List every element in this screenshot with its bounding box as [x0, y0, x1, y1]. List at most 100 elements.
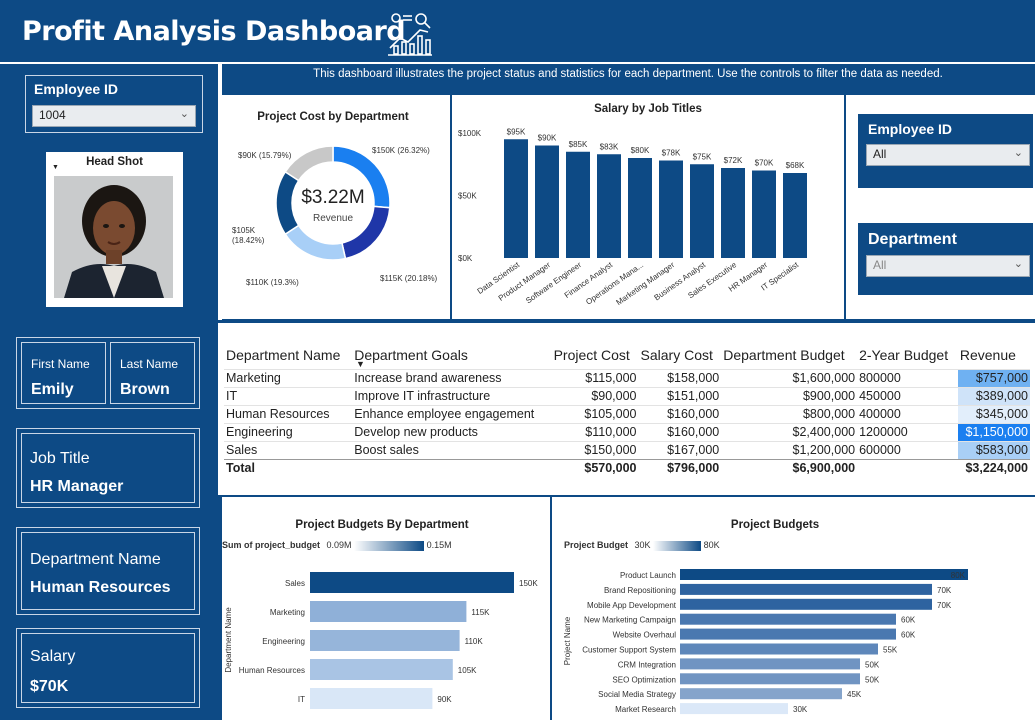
donut-slice-label: $90K (15.79%): [238, 151, 292, 160]
dept-budget-bar[interactable]: [310, 630, 460, 651]
table-cell: $160,000: [638, 422, 722, 441]
table-header-cell[interactable]: Revenue: [958, 341, 1030, 369]
project-budget-bar[interactable]: [680, 658, 860, 670]
project-budgets-chart: Product Launch 80K Brand Repositioning 70K M…: [563, 569, 968, 715]
salary-bar[interactable]: [504, 139, 528, 258]
table-header-cell[interactable]: Salary Cost: [639, 341, 722, 369]
job-title-card: Job Title HR Manager: [21, 433, 195, 503]
y-tick-label: $50K: [458, 192, 477, 201]
table-header-cell[interactable]: Department Name: [224, 341, 352, 369]
table-total-cell: [857, 458, 958, 477]
job-title-value: HR Manager: [30, 478, 124, 495]
table-cell: $345,000: [957, 404, 1030, 423]
table-cell: $757,000: [957, 368, 1030, 387]
department-filter-select[interactable]: All ⌄: [866, 255, 1030, 277]
salary-bar[interactable]: [535, 145, 559, 259]
table-header-cell[interactable]: Department Goals: [352, 341, 551, 369]
table-cell: 1200000: [857, 422, 958, 441]
salary-label: Salary: [30, 648, 76, 665]
salary-card: Salary $70K: [21, 633, 195, 703]
table-cell: $110,000: [551, 422, 639, 441]
table-cell: IT: [224, 386, 353, 405]
salary-bar[interactable]: [783, 173, 807, 258]
department-box: Department Name Human Resources: [16, 527, 200, 615]
donut-slice-label: $105K: [232, 226, 256, 235]
table-cell: Engineering: [224, 422, 353, 441]
dept-budget-category: Engineering: [262, 637, 305, 646]
table-cell: $1,200,000: [721, 440, 858, 459]
table-cell: 400000: [857, 404, 958, 423]
donut-slice-label: $150K (26.32%): [372, 146, 430, 155]
project-budget-bar[interactable]: [680, 703, 788, 715]
employee-id-select[interactable]: 1004 ⌄: [32, 105, 196, 127]
table-header-cell[interactable]: Department Budget: [721, 341, 857, 369]
budgets-by-dept-card: Project Budgets By Department Sum of pro…: [222, 497, 550, 720]
employee-id-filter-select[interactable]: All ⌄: [866, 144, 1030, 166]
project-budget-bar[interactable]: [680, 628, 896, 640]
table-cell: 450000: [857, 386, 958, 405]
table-cell: $583,000: [957, 440, 1030, 459]
table-row[interactable]: Engineering Develop new products $110,000 $…: [224, 422, 1030, 441]
chevron-down-icon: ⌄: [1013, 258, 1023, 270]
table-row[interactable]: Marketing Increase brand awareness $115,00…: [224, 368, 1030, 387]
chevron-down-icon: ⌄: [179, 108, 189, 120]
table-total-cell: $3,224,000: [957, 458, 1030, 477]
table-cell: Sales: [224, 440, 353, 459]
donut-slice[interactable]: [284, 145, 334, 182]
department-card: Department Name Human Resources: [21, 532, 195, 610]
table-header-cell[interactable]: Project Cost: [552, 341, 639, 369]
table-row[interactable]: IT Improve IT infrastructure $90,000 $151,0…: [224, 386, 1030, 405]
dept-budget-bar[interactable]: [310, 572, 514, 593]
salary-bar[interactable]: [659, 160, 683, 259]
project-budget-bar[interactable]: [680, 643, 878, 655]
table-cell: Improve IT infrastructure: [352, 386, 552, 405]
salary-bar[interactable]: [566, 151, 590, 258]
employee-id-filter: Employee ID All ⌄: [858, 114, 1033, 188]
project-budget-category: CRM Integration: [618, 660, 676, 669]
dept-budget-bar[interactable]: [310, 688, 433, 709]
project-budget-bar[interactable]: [680, 569, 968, 580]
salary-bar-label: $72K: [724, 156, 743, 165]
table-cell: $158,000: [638, 368, 722, 387]
project-budget-bar[interactable]: [680, 673, 860, 685]
employee-id-box: Employee ID 1004 ⌄: [25, 75, 203, 133]
project-budget-bar[interactable]: [680, 598, 932, 610]
table-cell: $160,000: [638, 404, 722, 423]
table-total-cell: $796,000: [638, 458, 722, 477]
salary-bar[interactable]: [721, 168, 745, 258]
employee-id-filter-label: Employee ID: [868, 121, 953, 137]
salary-bar[interactable]: [752, 170, 776, 259]
salary-bar-label: $80K: [631, 146, 650, 155]
first-name-card: First Name Emily: [21, 342, 106, 404]
salary-bar[interactable]: [597, 154, 621, 258]
table-row[interactable]: Sales Boost sales $150,000 $167,000 $1,200,0…: [224, 440, 1030, 459]
dept-budget-bar[interactable]: [310, 659, 453, 680]
salary-bar[interactable]: [690, 164, 714, 258]
salary-category-label: Software Engineer: [524, 260, 583, 305]
department-table: Department Name Department Goals Project C…: [224, 341, 1030, 477]
salary-bar[interactable]: [628, 158, 652, 258]
dashboard-description: This dashboard illustrates the project s…: [313, 68, 943, 80]
department-filter-label: Department: [868, 231, 957, 248]
headshot-title: Head Shot: [86, 156, 143, 168]
table-cell: $389,000: [957, 386, 1030, 405]
department-filter: Department All ⌄: [858, 223, 1033, 295]
salary-bar-label: $85K: [569, 140, 588, 149]
table-cell: $150,000: [551, 440, 639, 459]
dept-budget-bar[interactable]: [310, 601, 467, 622]
project-budget-bar[interactable]: [680, 613, 896, 625]
project-budget-bar[interactable]: [680, 688, 842, 700]
chart-search-icon: [388, 13, 432, 56]
donut-slice[interactable]: [284, 224, 347, 261]
dept-budget-category: Human Resources: [239, 666, 305, 675]
table-cell: $151,000: [638, 386, 722, 405]
dept-budget-category: Sales: [285, 579, 305, 588]
chevron-down-icon: ⌄: [1013, 147, 1023, 159]
table-header-cell[interactable]: 2-Year Budget: [857, 341, 958, 369]
table-total-cell: $6,900,000: [721, 458, 858, 477]
project-budget-bar[interactable]: [680, 583, 932, 595]
dept-budget-category: Marketing: [270, 608, 305, 617]
table-row[interactable]: Human Resources Enhance employee engageme…: [224, 404, 1030, 423]
employee-id-label: Employee ID: [34, 81, 119, 97]
last-name-card: Last Name Brown: [110, 342, 195, 404]
